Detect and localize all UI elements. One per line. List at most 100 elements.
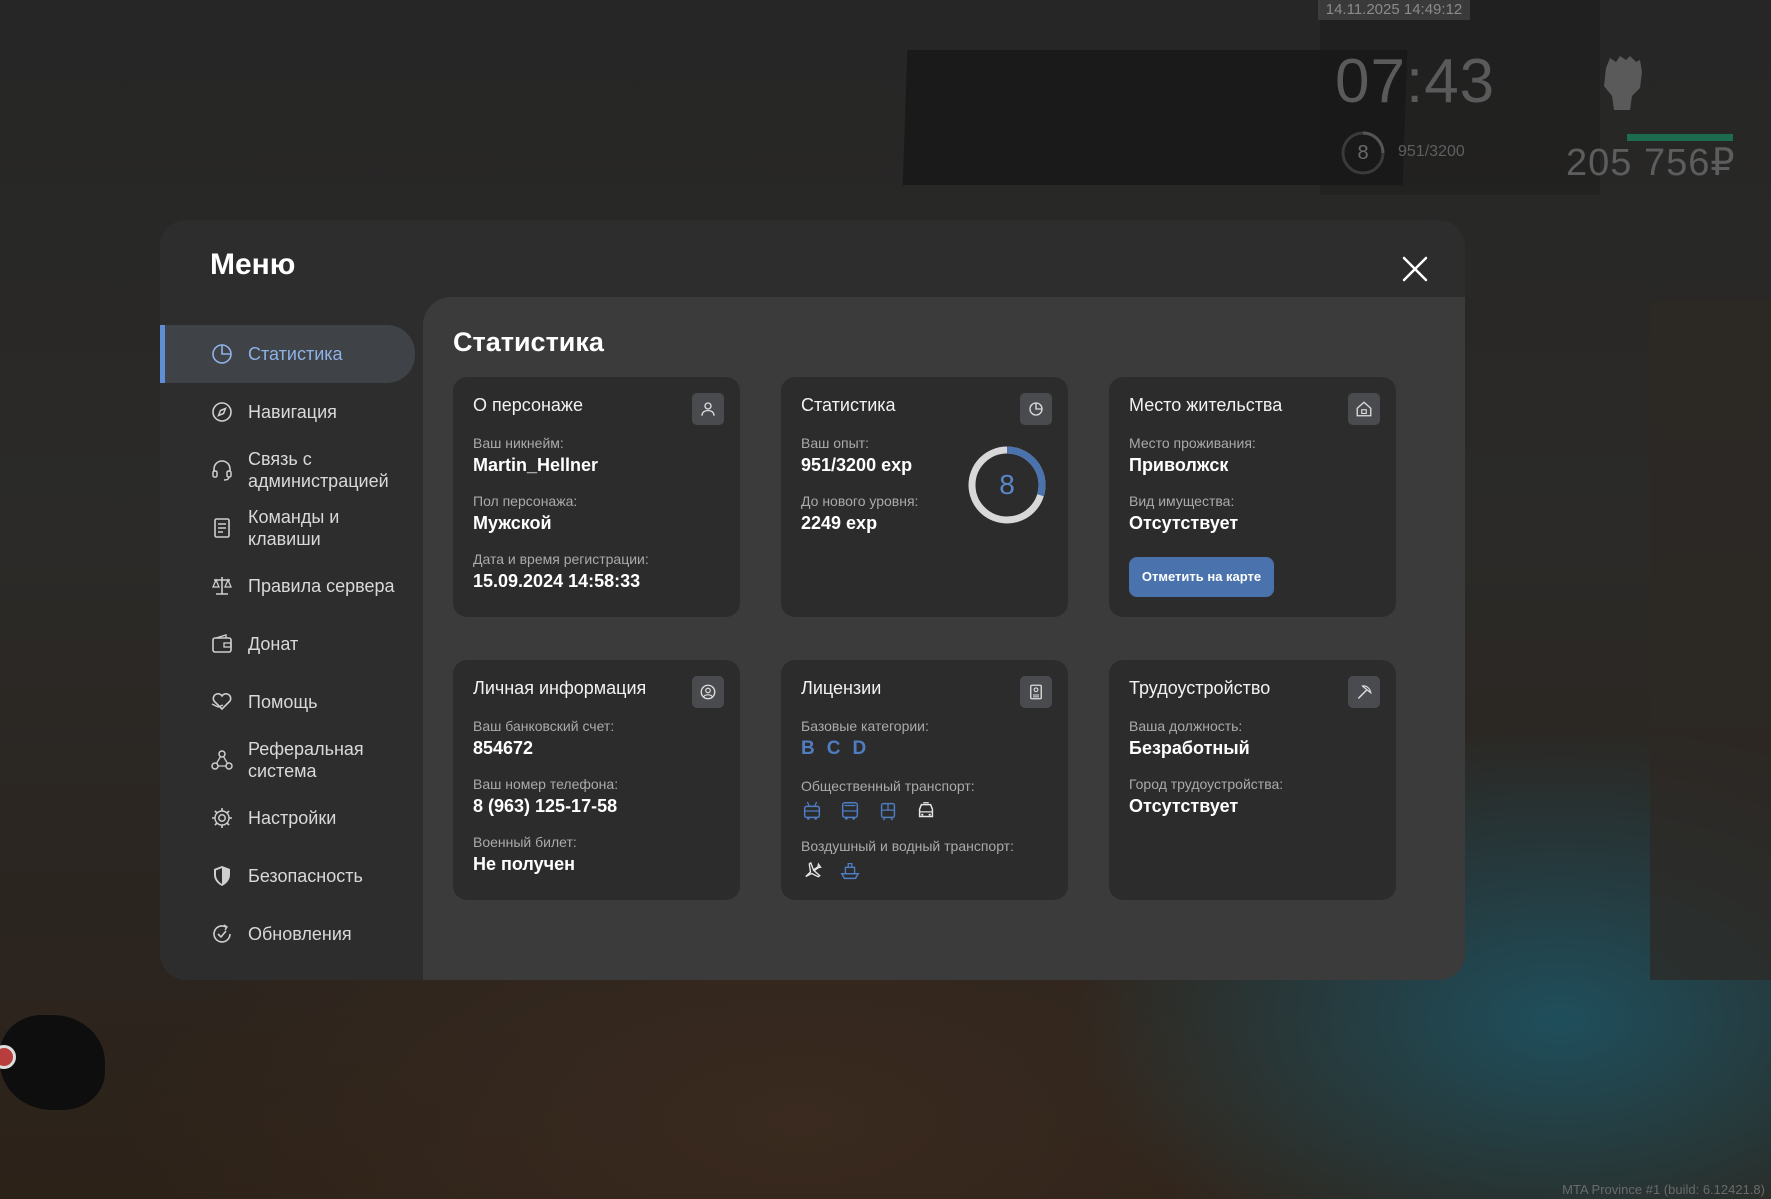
card-title: Лицензии [801, 678, 882, 698]
pie-chart-icon [212, 344, 232, 364]
house-icon [1348, 393, 1380, 425]
shield-icon [214, 866, 230, 886]
page-title: Статистика [453, 327, 604, 357]
air-water-transport-label: Воздушный и водный транспорт: [801, 838, 1014, 854]
sidebar-item-commands[interactable]: Команды и клавиши [160, 499, 415, 557]
license-category-d: D [852, 738, 867, 759]
tram-icon [880, 802, 896, 821]
employment-city-value: Отсутствует [1129, 796, 1239, 816]
pie-chart-icon [1020, 393, 1052, 425]
background-object [0, 1015, 105, 1110]
sidebar-item-referral[interactable]: Реферальная система [160, 731, 415, 789]
card-title: Место жительства [1129, 395, 1283, 415]
pickaxe-icon [1348, 676, 1380, 708]
wallet-icon [212, 634, 232, 653]
id-user-icon [692, 676, 724, 708]
heart-hand-icon [211, 692, 232, 711]
user-icon [692, 393, 724, 425]
exp-label: Ваш опыт: [801, 435, 869, 451]
registration-value: 15.09.2024 14:58:33 [473, 571, 641, 591]
base-categories-label: Базовые категории: [801, 718, 929, 734]
headset-icon [212, 460, 232, 481]
gender-label: Пол персонажа: [473, 493, 578, 509]
military-id-label: Военный билет: [473, 834, 577, 850]
card-title: Трудоустройство [1129, 678, 1271, 698]
boat-icon [840, 863, 860, 880]
compass-icon [212, 402, 232, 422]
sidebar-item-donate[interactable]: Донат [160, 615, 415, 673]
sidebar-item-label: Донат [248, 634, 299, 654]
content-area: Статистика О персонаже Ваш никнейм: Mart… [423, 297, 1465, 980]
military-id-value: Не получен [473, 854, 575, 874]
sidebar-item-updates[interactable]: Обновления [160, 905, 415, 963]
card-title: О персонаже [473, 395, 583, 415]
menu-title: Меню [210, 248, 296, 281]
sidebar-item-settings[interactable]: Настройки [160, 789, 415, 847]
sidebar-item-label: Статистика [248, 344, 343, 364]
hud-build-info: MTA Province #1 (build: 6.12421.8) [1562, 1182, 1765, 1197]
sidebar-item-label: Помощь [248, 692, 318, 712]
fist-icon [1604, 56, 1642, 110]
residence-card: Место жительства Место проживания: Приво… [1109, 377, 1396, 617]
sidebar-item-help[interactable]: Помощь [160, 673, 415, 731]
sidebar-item-label: Правила сервера [248, 576, 395, 596]
sidebar-item-label: Команды и клавиши [248, 507, 340, 549]
card-title: Личная информация [473, 678, 647, 698]
license-category-b: B [801, 738, 815, 759]
bank-account-label: Ваш банковский счет: [473, 718, 615, 734]
next-level-value: 2249 exp [801, 513, 878, 533]
sidebar-item-statistics[interactable]: Статистика [160, 325, 415, 383]
sidebar-item-label: Связь с администрацией [248, 449, 389, 491]
document-icon [214, 518, 230, 538]
close-icon[interactable] [1400, 254, 1430, 284]
hud-exp: 951/3200 [1398, 143, 1465, 160]
exp-value: 951/3200 exp [801, 455, 913, 475]
sidebar-item-label: Навигация [248, 402, 337, 422]
sidebar-item-label: Настройки [248, 808, 337, 828]
phone-value: 8 (963) 125-17-58 [473, 796, 618, 816]
phone-label: Ваш номер телефона: [473, 776, 619, 792]
license-category-c: C [826, 738, 841, 759]
trolleybus-icon [803, 801, 821, 820]
license-categories: B C D [801, 738, 866, 760]
property-label: Вид имущества: [1129, 493, 1235, 509]
registration-label: Дата и время регистрации: [473, 551, 649, 567]
sidebar-item-rules[interactable]: Правила сервера [160, 557, 415, 615]
badge-icon [1020, 676, 1052, 708]
sidebar-item-label: Безопасность [248, 866, 363, 886]
nickname-value: Martin_Hellner [473, 455, 599, 475]
sidebar-item-label: Обновления [248, 924, 352, 944]
hud-level: 8 [1357, 142, 1369, 164]
licenses-card: Лицензии Базовые категории: B C D Общест… [781, 660, 1068, 900]
public-transport-label: Общественный транспорт: [801, 778, 975, 794]
employment-card: Трудоустройство Ваша должность: Безработ… [1109, 660, 1396, 900]
gender-value: Мужской [473, 513, 552, 533]
residence-place-value: Приволжск [1129, 455, 1229, 475]
position-value: Безработный [1129, 738, 1250, 758]
position-label: Ваша должность: [1129, 718, 1243, 734]
mark-on-map-button[interactable]: Отметить на карте [1129, 557, 1274, 597]
character-card: О персонаже Ваш никнейм: Martin_Hellner … [453, 377, 740, 617]
referral-icon [211, 750, 233, 770]
sidebar-item-navigation[interactable]: Навигация [160, 383, 415, 441]
public-transport-icons [801, 800, 937, 822]
next-level-label: До нового уровня: [801, 493, 919, 509]
menu-panel: Меню Статистика Навигация Связь с админи… [160, 220, 1465, 980]
nickname-label: Ваш никнейм: [473, 435, 564, 451]
hud-timestamp: 14.11.2025 14:49:12 [1318, 0, 1470, 20]
gear-icon [212, 808, 232, 828]
sidebar: Статистика Навигация Связь с администрац… [160, 325, 415, 963]
property-value: Отсутствует [1129, 513, 1239, 533]
plane-icon [805, 861, 822, 878]
personal-info-card: Личная информация Ваш банковский счет: 8… [453, 660, 740, 900]
air-water-transport-icons [801, 860, 861, 882]
sidebar-item-security[interactable]: Безопасность [160, 847, 415, 905]
stats-card: Статистика Ваш опыт: 951/3200 exp До нов… [781, 377, 1068, 617]
sidebar-item-admin-contact[interactable]: Связь с администрацией [160, 441, 415, 499]
employment-city-label: Город трудоустройства: [1129, 776, 1284, 792]
bus-icon [841, 802, 859, 820]
refresh-check-icon [213, 924, 231, 943]
residence-place-label: Место проживания: [1129, 435, 1256, 451]
sidebar-item-label: Реферальная система [248, 739, 364, 781]
bank-account-value: 854672 [473, 738, 534, 758]
